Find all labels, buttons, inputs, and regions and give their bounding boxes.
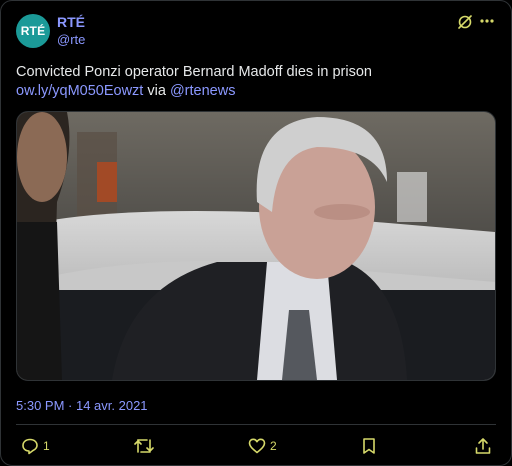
tweet-body: Convicted Ponzi operator Bernard Madoff … (16, 64, 372, 80)
reply-button[interactable]: 1 (21, 437, 50, 455)
tweet-photo[interactable] (16, 111, 496, 381)
tweet-card: RTÉ RTÉ @rte Convicted Ponzi operator Be… (0, 0, 512, 466)
divider (16, 424, 496, 425)
grok-icon[interactable] (457, 14, 473, 30)
tweet-text: Convicted Ponzi operator Bernard Madoff … (16, 63, 496, 101)
display-name[interactable]: RTÉ (57, 14, 85, 30)
share-icon (475, 438, 491, 454)
like-button[interactable]: 2 (248, 437, 277, 455)
like-count: 2 (270, 439, 277, 453)
retweet-icon (134, 439, 154, 453)
bookmark-button[interactable] (361, 437, 377, 455)
tweet-link[interactable]: ow.ly/yqM050Eowzt (16, 83, 143, 99)
more-icon[interactable] (479, 17, 495, 25)
mention-link[interactable]: @rtenews (170, 83, 236, 99)
bookmark-icon (363, 438, 375, 454)
share-button[interactable] (474, 437, 492, 455)
heart-icon (248, 438, 266, 454)
reply-count: 1 (43, 439, 50, 453)
retweet-button[interactable] (134, 437, 154, 455)
avatar[interactable]: RTÉ (16, 14, 50, 48)
tweet-timestamp[interactable]: 5:30 PM · 14 avr. 2021 (16, 398, 148, 413)
reply-icon (22, 438, 38, 455)
via-text: via (147, 83, 166, 99)
user-handle[interactable]: @rte (57, 32, 85, 47)
